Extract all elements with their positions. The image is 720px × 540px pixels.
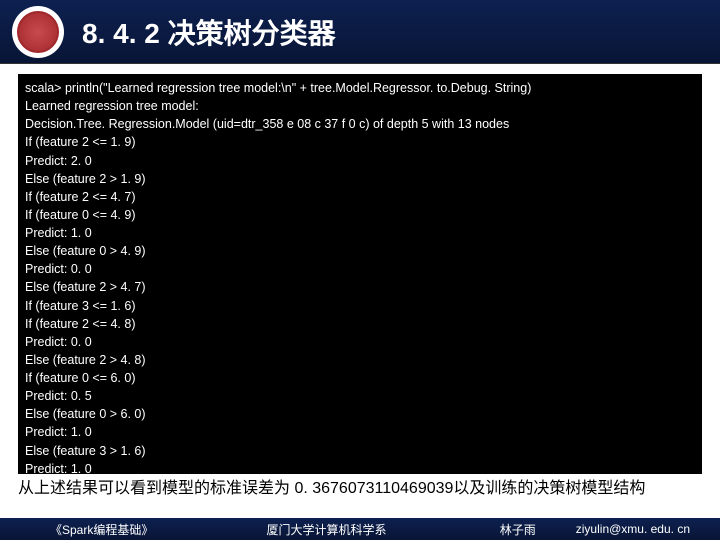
code-line: Else (feature 0 > 6. 0) <box>25 405 695 423</box>
code-line: Predict: 0. 0 <box>25 260 695 278</box>
code-line: If (feature 2 <= 1. 9) <box>25 133 695 151</box>
slide-title: 8. 4. 2 决策树分类器 <box>82 12 336 52</box>
slide-footer: 《Spark编程基础》 厦门大学计算机科学系 林子雨 ziyulin@xmu. … <box>0 518 720 540</box>
footer-email: ziyulin@xmu. edu. cn <box>576 522 690 536</box>
code-line: If (feature 0 <= 6. 0) <box>25 369 695 387</box>
code-line: Else (feature 2 > 4. 8) <box>25 351 695 369</box>
summary-text: 从上述结果可以看到模型的标准误差为 0. 3676073110469039以及训… <box>18 478 702 500</box>
footer-author: 林子雨 <box>500 521 536 538</box>
code-line: If (feature 0 <= 4. 9) <box>25 206 695 224</box>
code-line: Predict: 1. 0 <box>25 460 695 474</box>
code-line: Predict: 1. 0 <box>25 224 695 242</box>
code-line: Predict: 0. 5 <box>25 387 695 405</box>
code-line: scala> println("Learned regression tree … <box>25 79 695 97</box>
logo-inner <box>17 11 59 53</box>
code-line: If (feature 2 <= 4. 7) <box>25 188 695 206</box>
code-line: If (feature 2 <= 4. 8) <box>25 315 695 333</box>
code-line: Predict: 2. 0 <box>25 152 695 170</box>
code-line: Else (feature 0 > 4. 9) <box>25 242 695 260</box>
code-line: Else (feature 3 > 1. 6) <box>25 442 695 460</box>
code-line: Else (feature 2 > 4. 7) <box>25 278 695 296</box>
footer-dept: 厦门大学计算机科学系 <box>193 521 459 538</box>
code-line: Predict: 0. 0 <box>25 333 695 351</box>
university-logo <box>12 6 64 58</box>
code-line: Predict: 1. 0 <box>25 423 695 441</box>
code-line: Else (feature 2 > 1. 9) <box>25 170 695 188</box>
code-output-block: scala> println("Learned regression tree … <box>18 74 702 474</box>
slide-header: 8. 4. 2 决策树分类器 <box>0 0 720 64</box>
code-line: If (feature 3 <= 1. 6) <box>25 297 695 315</box>
footer-book: 《Spark编程基础》 <box>50 521 153 538</box>
code-line: Decision.Tree. Regression.Model (uid=dtr… <box>25 115 695 133</box>
code-line: Learned regression tree model: <box>25 97 695 115</box>
